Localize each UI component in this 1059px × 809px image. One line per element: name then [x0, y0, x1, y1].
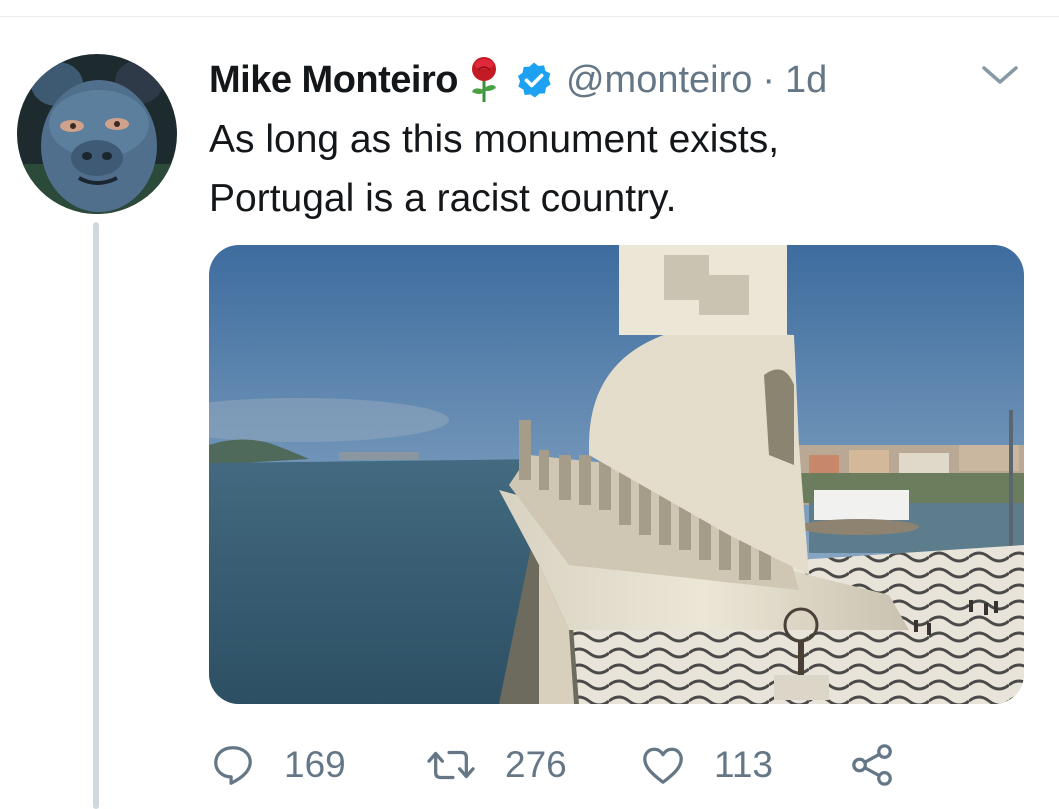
timestamp[interactable]: 1d [785, 59, 827, 102]
avatar[interactable] [17, 54, 177, 214]
tweet-text-line: As long as this monument exists, [209, 118, 780, 161]
avatar-image [17, 54, 177, 214]
share-icon [852, 744, 892, 786]
thread-line [93, 222, 99, 809]
separator-dot: · [762, 58, 776, 101]
rose-icon [468, 56, 500, 104]
tweet-header: Mike Monteiro @monteiro · 1d [209, 54, 827, 106]
tweet-photo[interactable] [209, 245, 1024, 704]
retweet-count: 276 [505, 744, 567, 785]
top-divider [0, 16, 1059, 17]
chevron-down-icon[interactable] [978, 62, 1022, 90]
like-button[interactable]: 113 [640, 735, 773, 795]
tweet-text: As long as this monument exists, Portuga… [209, 110, 1009, 228]
like-icon [643, 747, 683, 784]
verified-badge-icon [514, 60, 554, 100]
reply-icon [214, 746, 252, 785]
share-button[interactable] [850, 735, 896, 795]
monument-photo [209, 245, 1024, 704]
tweet-text-line: Portugal is a racist country. [209, 177, 677, 220]
retweet-button[interactable]: 276 [425, 735, 567, 795]
like-count: 113 [714, 744, 773, 785]
handle[interactable]: @monteiro [566, 59, 752, 102]
display-name[interactable]: Mike Monteiro [209, 59, 458, 102]
reply-count: 169 [284, 744, 346, 785]
retweet-icon [427, 750, 475, 780]
reply-button[interactable]: 169 [210, 735, 346, 795]
tweet-actions: 169 276 113 [210, 735, 1030, 795]
